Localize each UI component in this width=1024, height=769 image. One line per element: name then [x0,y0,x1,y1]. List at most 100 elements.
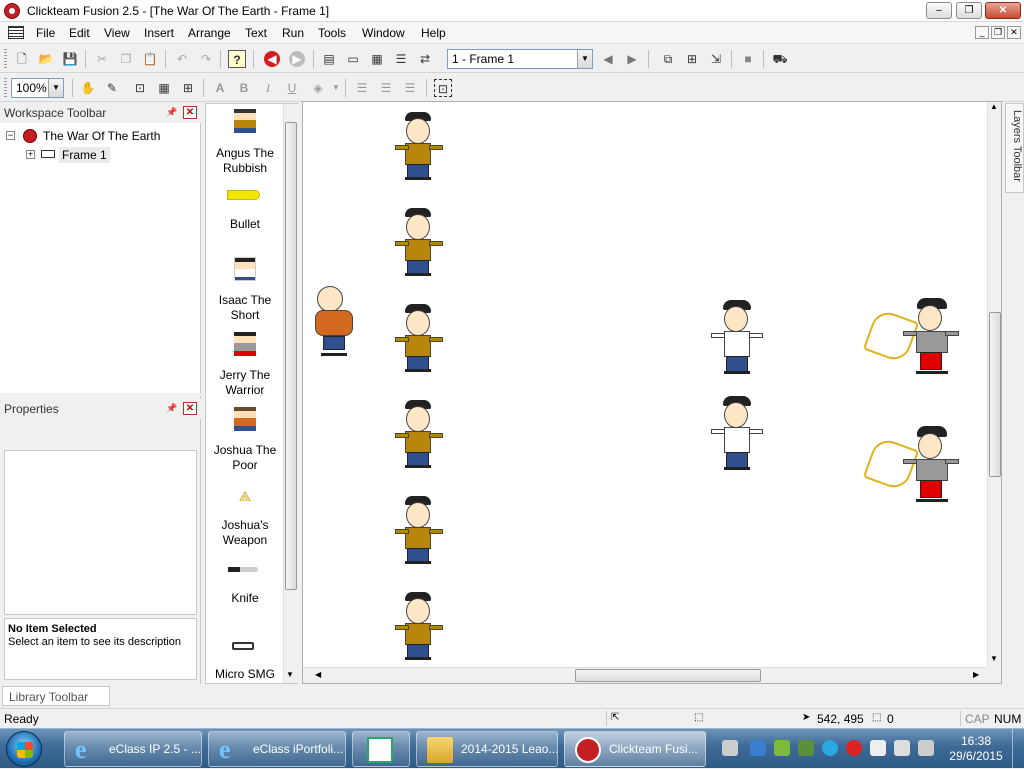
previous-frame-icon[interactable]: ◀ [264,51,280,67]
angus-sprite[interactable] [395,592,443,662]
menu-file[interactable]: File [36,26,55,40]
maximize-button[interactable]: ❐ [956,2,982,19]
run-frame-icon[interactable]: ⧉ [659,50,677,68]
object-list-scrollbar[interactable]: ▼ [283,104,298,683]
pin-icon[interactable]: 📌 [166,107,177,118]
isaac-sprite[interactable] [711,396,765,474]
list-item[interactable]: Angus The Rubbish [206,109,284,179]
jerry-sprite[interactable] [903,298,959,378]
menu-view[interactable]: View [104,26,130,40]
document-menu-icon[interactable] [8,26,24,39]
list-item[interactable]: Bullet [206,184,284,234]
layers-toolbar-tab[interactable]: Layers Toolbar [1005,103,1024,193]
app-tray-icon[interactable] [774,740,790,756]
save-icon[interactable]: 💾 [61,50,79,68]
taskbar-item-clickteam[interactable]: Clickteam Fusi... [564,731,706,767]
close-button[interactable]: ✕ [985,2,1021,19]
undo-icon[interactable]: ↶ [173,50,191,68]
scrollbar-thumb[interactable] [989,312,1001,477]
frame-forward-icon[interactable]: ▶ [623,50,641,68]
stop-icon[interactable]: ■ [739,50,757,68]
close-icon[interactable]: ✕ [183,402,197,415]
collapse-toggle[interactable]: − [6,131,15,140]
show-desktop-button[interactable] [1012,729,1024,769]
mdi-minimize-button[interactable]: _ [975,26,989,39]
library-toolbar-tab[interactable]: Library Toolbar [2,686,110,706]
taskbar-item-ie-1[interactable]: e eClass IP 2.5 - ... [64,731,202,767]
minimize-button[interactable]: – [926,2,952,19]
grid-icon[interactable]: ▦ [155,79,173,97]
event-editor-icon[interactable]: ▦ [368,50,386,68]
clock[interactable]: 16:38 29/6/2015 [946,734,1006,764]
grid-setup-icon[interactable]: ⊞ [179,79,197,97]
list-item[interactable]: Knife [206,559,284,609]
mdi-close-button[interactable]: ✕ [1007,26,1021,39]
align-center-icon[interactable]: ☰ [377,79,395,97]
scrollbar-thumb[interactable] [575,669,761,682]
menu-edit[interactable]: Edit [69,26,90,40]
chevron-down-icon[interactable]: ▼ [990,654,998,663]
menu-tools[interactable]: Tools [318,26,346,40]
help-icon[interactable]: ? [228,50,246,68]
fit-frame-icon[interactable]: ⊡ [434,79,452,97]
paste-icon[interactable]: 📋 [141,50,159,68]
frame-editor-icon[interactable]: ▭ [344,50,362,68]
angus-sprite[interactable] [395,112,443,182]
app-tray-icon[interactable] [750,740,766,756]
isaac-sprite[interactable] [711,300,765,378]
zoom-select[interactable]: 100% ▼ [11,78,64,98]
storyboard-editor-icon[interactable]: ▤ [320,50,338,68]
network-icon[interactable] [894,740,910,756]
chevron-down-icon[interactable]: ▼ [577,50,592,68]
new-file-icon[interactable]: 🗋 [13,50,31,68]
list-item[interactable]: Joshua The Poor [206,407,284,477]
menu-arrange[interactable]: Arrange [188,26,231,40]
redo-icon[interactable]: ↷ [197,50,215,68]
frame-back-icon[interactable]: ◀ [599,50,617,68]
jerry-sprite[interactable] [903,426,959,506]
chevron-left-icon[interactable]: ◀ [315,670,321,679]
chevron-down-icon[interactable]: ▼ [327,79,345,97]
frame-select[interactable]: 1 - Frame 1 ▼ [447,49,593,69]
snap-icon[interactable]: ⊡ [131,79,149,97]
next-frame-icon[interactable]: ▶ [289,51,305,67]
start-button[interactable] [6,731,42,767]
fill-color-icon[interactable]: ◈ [309,79,327,97]
mdi-restore-button[interactable]: ❐ [991,26,1005,39]
expand-toggle[interactable]: + [26,150,35,159]
app-tray-icon[interactable] [822,740,838,756]
canvas-horizontal-scrollbar[interactable]: ◀ ▶ [303,667,987,683]
close-icon[interactable]: ✕ [183,106,197,119]
build-icon[interactable]: ⛟ [771,50,789,68]
event-list-editor-icon[interactable]: ☰ [392,50,410,68]
keyboard-tray-icon[interactable] [722,740,738,756]
property-grid[interactable] [4,450,197,615]
font-icon[interactable]: A [211,79,229,97]
list-item[interactable]: Jerry The Warrior [206,332,284,402]
open-folder-icon[interactable]: 📂 [37,50,55,68]
joshua-sprite[interactable] [309,282,359,360]
app-tray-icon[interactable] [798,740,814,756]
menu-insert[interactable]: Insert [144,26,174,40]
tree-item-frame[interactable]: Frame 1 [59,147,110,163]
canvas-vertical-scrollbar[interactable]: ▲ ▼ [987,102,1001,667]
list-item[interactable]: Isaac The Short [206,257,284,327]
menu-window[interactable]: Window [362,26,405,40]
toolbar-grip[interactable] [4,49,7,69]
taskbar-item-folder[interactable]: 2014-2015 Leao... [416,731,558,767]
scrollbar-thumb[interactable] [285,122,297,590]
frame-canvas[interactable] [303,102,987,667]
angus-sprite[interactable] [395,496,443,566]
app-tray-icon[interactable] [846,740,862,756]
cut-icon[interactable]: ✂ [93,50,111,68]
menu-help[interactable]: Help [421,26,446,40]
chevron-down-icon[interactable]: ▼ [48,79,63,97]
underline-icon[interactable]: U [283,79,301,97]
run-application-icon[interactable]: ⊞ [683,50,701,68]
volume-icon[interactable] [918,740,934,756]
hand-scroll-icon[interactable]: ✋ [79,79,97,97]
pin-icon[interactable]: 📌 [166,403,177,414]
chevron-down-icon[interactable]: ▼ [286,670,294,679]
align-right-icon[interactable]: ☰ [401,79,419,97]
list-item[interactable]: Micro SMG [206,634,284,684]
